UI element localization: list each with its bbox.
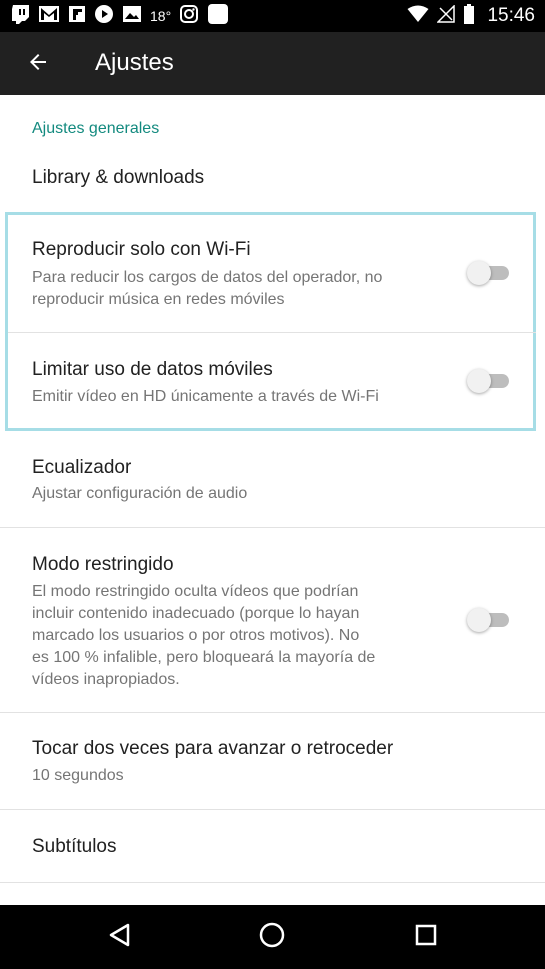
settings-item-title: Reproducir solo con Wi-Fi <box>32 239 251 260</box>
settings-item-subtitle: Para reducir los cargos de datos del ope… <box>32 269 383 308</box>
settings-item-restricted-mode[interactable]: Modo restringido El modo restringido ocu… <box>0 528 545 712</box>
settings-item-title: Tocar dos veces para avanzar o retrocede… <box>32 738 394 759</box>
battery-icon <box>463 3 475 29</box>
page-title: Ajustes <box>95 49 174 76</box>
limit-mobile-data-toggle[interactable] <box>465 366 513 396</box>
recents-square-icon <box>414 923 438 952</box>
app-bar: Ajustes <box>0 32 545 95</box>
settings-item-title: Modo restringido <box>32 554 174 575</box>
settings-item-title: Ecualizador <box>32 457 132 478</box>
flipboard-icon <box>68 5 86 28</box>
settings-item-wifi-only[interactable]: Reproducir solo con Wi-Fi Para reducir l… <box>0 215 545 332</box>
settings-item-double-tap-seek[interactable]: Tocar dos veces para avanzar o retrocede… <box>0 713 545 809</box>
status-bar: 18° 15:46 <box>0 0 545 32</box>
nav-home-button[interactable] <box>252 917 292 957</box>
nav-back-button[interactable] <box>100 917 140 957</box>
wifi-only-toggle[interactable] <box>465 258 513 288</box>
instagram-icon <box>179 4 199 29</box>
settings-item-title: Library & downloads <box>32 167 205 188</box>
youtube-icon <box>94 4 114 29</box>
navigation-bar <box>0 905 545 969</box>
settings-item-title: Limitar uso de datos móviles <box>32 359 273 380</box>
wifi-icon <box>407 5 429 28</box>
settings-item-subtitle: Ajustar configuración de audio <box>32 485 248 502</box>
restricted-mode-toggle[interactable] <box>465 605 513 635</box>
settings-item-limit-mobile-data[interactable]: Limitar uso de datos móviles Emitir víde… <box>0 333 545 430</box>
settings-item-library[interactable]: Library & downloads <box>0 150 545 210</box>
settings-item-equalizer[interactable]: Ecualizador Ajustar configuración de aud… <box>0 433 545 527</box>
settings-item-subtitle: 10 segundos <box>32 767 124 784</box>
divider <box>0 882 545 883</box>
home-circle-icon <box>258 921 286 954</box>
twitch-icon <box>10 4 30 29</box>
settings-item-title: Subtítulos <box>32 836 117 857</box>
back-triangle-icon <box>107 922 133 953</box>
gallery-icon <box>122 5 142 28</box>
clock: 15:46 <box>487 5 535 26</box>
back-button[interactable] <box>18 44 58 84</box>
notification-icon <box>207 3 229 30</box>
temperature: 18° <box>150 8 172 24</box>
gmail-icon <box>38 5 60 28</box>
settings-item-subtitle: Emitir vídeo en HD únicamente a través d… <box>32 388 379 405</box>
nav-recents-button[interactable] <box>406 917 446 957</box>
settings-item-subtitles[interactable]: Subtítulos <box>0 810 545 882</box>
signal-icon <box>436 3 456 28</box>
section-header: Ajustes generales <box>32 120 160 137</box>
settings-item-subtitle: El modo restringido oculta vídeos que po… <box>32 583 376 688</box>
arrow-back-icon <box>26 50 50 79</box>
